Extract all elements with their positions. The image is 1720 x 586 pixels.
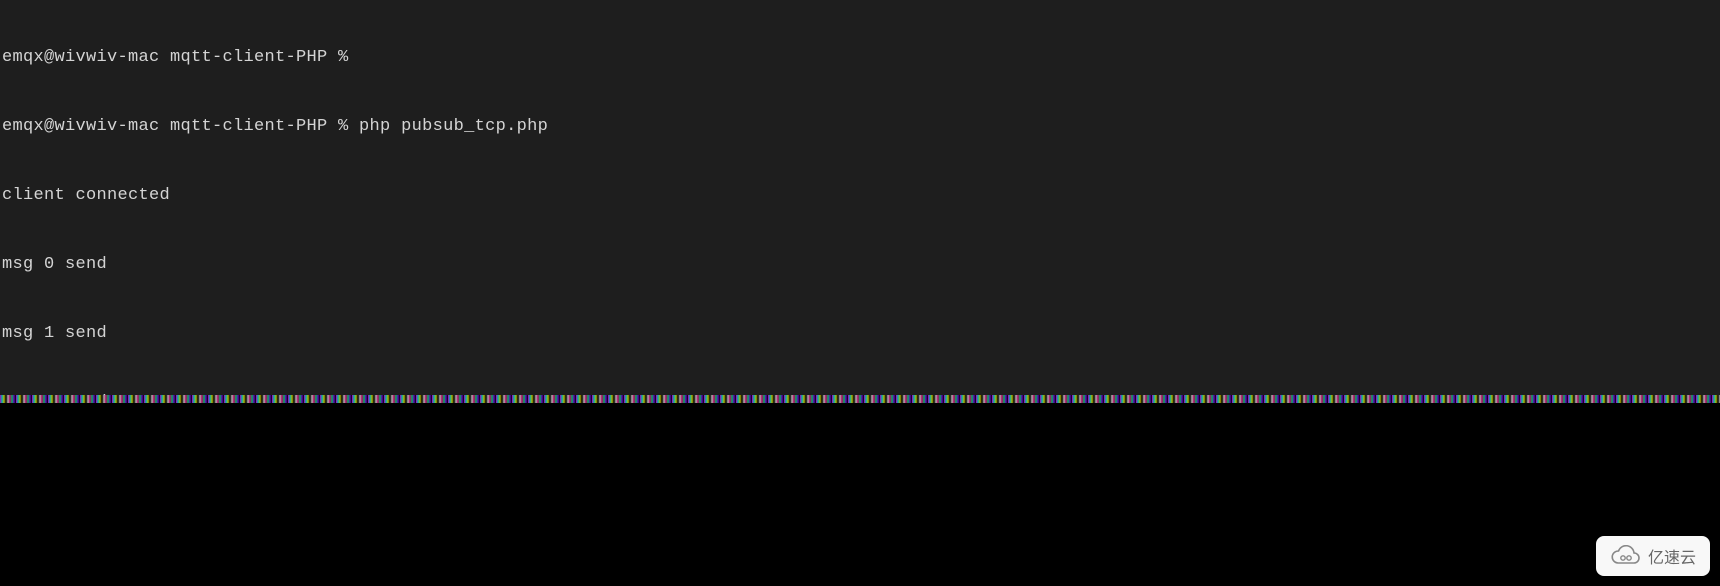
output-line: msg 0 send: [2, 253, 1718, 276]
terminal-window[interactable]: emqx@wivwiv-mac mqtt-client-PHP % emqx@w…: [0, 0, 1720, 395]
watermark-badge: 亿速云: [1596, 536, 1710, 576]
cloud-icon: [1610, 545, 1642, 567]
output-line: msg 1 send: [2, 322, 1718, 345]
prompt-line: emqx@wivwiv-mac mqtt-client-PHP %: [2, 46, 1718, 69]
command-line: emqx@wivwiv-mac mqtt-client-PHP % php pu…: [2, 115, 1718, 138]
output-line: client connected: [2, 184, 1718, 207]
artifact-line: [0, 395, 1720, 403]
black-space: [0, 403, 1720, 586]
watermark-text: 亿速云: [1648, 544, 1696, 568]
